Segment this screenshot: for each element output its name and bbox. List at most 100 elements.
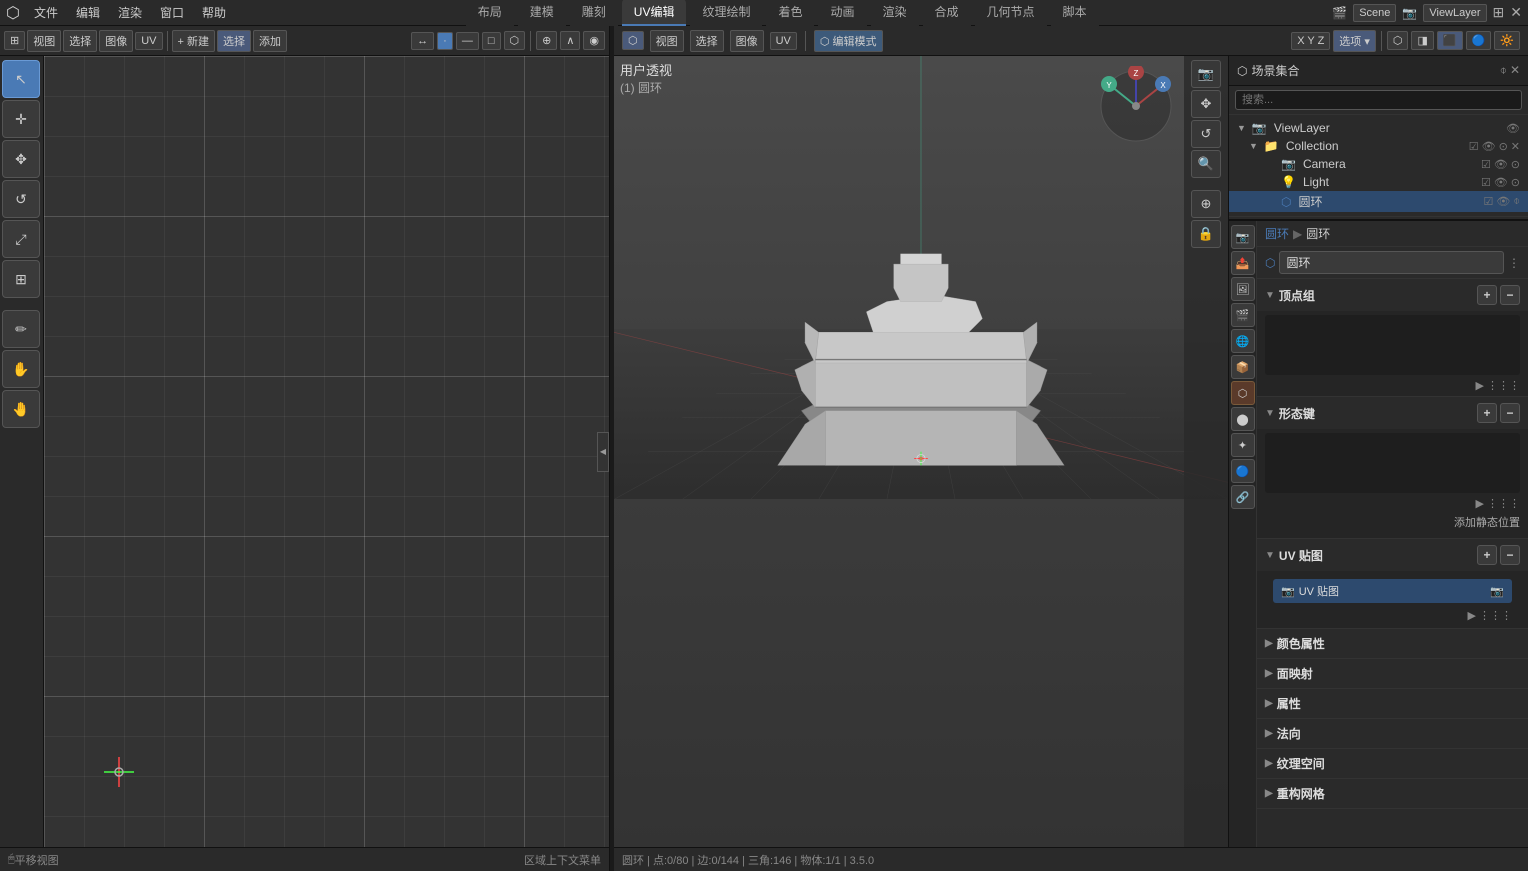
viewport-3d[interactable]: 用户透视 (1) 圆环 xyxy=(614,56,1228,847)
viewlayer-eye-icon[interactable]: 👁 xyxy=(1506,122,1520,135)
vp-overlay-btn[interactable]: ⬡ xyxy=(1387,31,1409,50)
tab-animation[interactable]: 动画 xyxy=(818,0,866,26)
uv-tool-move[interactable]: ✥ xyxy=(2,140,40,178)
breadcrumb-item2[interactable]: 圆环 xyxy=(1306,225,1330,242)
section-vertex-groups-header[interactable]: ▼ 顶点组 + − xyxy=(1257,279,1528,311)
uv-map-item[interactable]: 📷 UV 贴图 📷 xyxy=(1273,579,1512,603)
outliner-light[interactable]: 💡 Light ☑ 👁 ⊙ xyxy=(1229,173,1528,191)
shape-keys-expand[interactable]: ▶ xyxy=(1476,497,1484,510)
vertex-groups-dots[interactable]: ⋮⋮⋮ xyxy=(1487,379,1520,392)
uv-pivot-btn[interactable]: ⊕ xyxy=(536,31,557,50)
outliner-collection[interactable]: ▼ 📁 Collection ☑ 👁 ⊙ ✕ xyxy=(1229,137,1528,155)
camera-select-icon[interactable]: ⊙ xyxy=(1511,158,1520,171)
close-icon[interactable]: ✕ xyxy=(1510,4,1522,21)
uv-tool-rotate[interactable]: ↺ xyxy=(2,180,40,218)
breadcrumb-item1[interactable]: 圆环 xyxy=(1265,225,1289,242)
section-remesh-header[interactable]: ▶ 重构网格 xyxy=(1257,779,1528,808)
vp-shade-solid[interactable]: ⬛ xyxy=(1437,31,1463,50)
props-constraints-icon[interactable]: 🔗 xyxy=(1231,485,1255,509)
uv-maps-remove[interactable]: − xyxy=(1500,545,1520,565)
outliner-viewlayer[interactable]: ▼ 📷 ViewLayer 👁 xyxy=(1229,119,1528,137)
menu-render[interactable]: 渲染 xyxy=(110,2,150,23)
props-object-icon[interactable]: 📦 xyxy=(1231,355,1255,379)
tab-render[interactable]: 渲染 xyxy=(871,0,919,26)
vp-tool-transform-pivot[interactable]: ⊕ xyxy=(1191,190,1221,218)
object-data-name[interactable]: 圆环 xyxy=(1279,251,1504,274)
light-select-icon[interactable]: ⊙ xyxy=(1511,176,1520,189)
vp-shade-material[interactable]: 🔵 xyxy=(1466,31,1492,50)
editor-type-btn[interactable]: ⊞ xyxy=(4,31,25,50)
props-particles-icon[interactable]: ✦ xyxy=(1231,433,1255,457)
uv-tool-annotate[interactable]: ✏ xyxy=(2,310,40,348)
tab-sculpt[interactable]: 雕刻 xyxy=(570,0,618,26)
uv-select-mode-btn[interactable]: 选择 xyxy=(217,30,251,52)
vp-view-menu[interactable]: 视图 xyxy=(650,30,684,52)
navigation-gizmo[interactable]: X Y Z xyxy=(1096,66,1176,146)
uv-tool-cursor[interactable]: ✛ xyxy=(2,100,40,138)
uv-tool-select[interactable]: ↖ xyxy=(2,60,40,98)
vp-uv-menu[interactable]: UV xyxy=(770,32,797,50)
uv-select-mode-island[interactable]: ⬡ xyxy=(504,31,526,50)
vertex-groups-add[interactable]: + xyxy=(1477,285,1497,305)
light-eye-icon[interactable]: 👁 xyxy=(1494,176,1508,189)
torus-eye-icon[interactable]: 👁 xyxy=(1496,195,1510,208)
uv-map-camera-icon[interactable]: 📷 xyxy=(1490,585,1504,598)
vp-select-menu[interactable]: 选择 xyxy=(690,30,724,52)
uv-maps-dots[interactable]: ⋮⋮⋮ xyxy=(1479,609,1512,622)
props-view-icon[interactable]: 🖼 xyxy=(1231,277,1255,301)
section-uv-maps-header[interactable]: ▼ UV 贴图 + − xyxy=(1257,539,1528,571)
vp-tool-move[interactable]: ✥ xyxy=(1191,90,1221,118)
uv-sync-btn[interactable]: ↔ xyxy=(411,32,434,50)
section-color-attr-header[interactable]: ▶ 颜色属性 xyxy=(1257,629,1528,658)
uv-select-mode-face[interactable]: □ xyxy=(482,32,501,50)
tab-shading[interactable]: 着色 xyxy=(766,0,814,26)
tab-geo-nodes[interactable]: 几何节点 xyxy=(975,0,1047,26)
menu-file[interactable]: 文件 xyxy=(26,2,66,23)
vp-editor-type[interactable]: ⬡ xyxy=(622,31,644,50)
scene-selector[interactable]: Scene xyxy=(1353,4,1396,22)
uv-select-btn[interactable]: 选择 xyxy=(63,30,97,52)
fullscreen-icon[interactable]: ⊞ xyxy=(1493,4,1505,21)
uv-tool-scale[interactable]: ⤢ xyxy=(2,220,40,258)
uv-add-btn[interactable]: 添加 xyxy=(253,30,287,52)
props-scene-icon[interactable]: 🎬 xyxy=(1231,303,1255,327)
shape-keys-add[interactable]: + xyxy=(1477,403,1497,423)
vertex-groups-expand[interactable]: ▶ xyxy=(1476,379,1484,392)
props-physics-icon[interactable]: 🔵 xyxy=(1231,459,1255,483)
uv-canvas[interactable]: ◀ xyxy=(44,56,609,847)
uv-tool-pinch[interactable]: 🤚 xyxy=(2,390,40,428)
vp-shade-render[interactable]: 🔆 xyxy=(1494,31,1520,50)
props-data-icon[interactable]: ⬡ xyxy=(1231,381,1255,405)
vp-xray-btn[interactable]: ◨ xyxy=(1411,31,1433,50)
section-shape-keys-header[interactable]: ▼ 形态键 + − xyxy=(1257,397,1528,429)
tab-texture-paint[interactable]: 纹理绘制 xyxy=(690,0,762,26)
vp-xyz-toggle[interactable]: X Y Z xyxy=(1291,32,1330,50)
collection-select-icon[interactable]: ⊙ xyxy=(1499,140,1508,153)
uv-snap-btn[interactable]: ∧ xyxy=(560,31,580,50)
uv-select-mode-vertex[interactable]: · xyxy=(437,32,453,50)
uv-maps-add[interactable]: + xyxy=(1477,545,1497,565)
outliner-torus[interactable]: ⬡ 圆环 ☑ 👁 ⌽ xyxy=(1229,191,1528,212)
uv-maps-expand[interactable]: ▶ xyxy=(1468,609,1476,622)
tab-modeling[interactable]: 建模 xyxy=(518,0,566,26)
tab-uv-edit[interactable]: UV编辑 xyxy=(622,0,687,26)
torus-checkbox[interactable]: ☑ xyxy=(1484,195,1494,208)
collection-checkbox[interactable]: ☑ xyxy=(1469,140,1479,153)
tab-compositing[interactable]: 合成 xyxy=(923,0,971,26)
props-render-icon[interactable]: 📷 xyxy=(1231,225,1255,249)
uv-select-mode-edge[interactable]: — xyxy=(456,32,479,50)
light-checkbox[interactable]: ☑ xyxy=(1481,176,1491,189)
uv-view-btn[interactable]: 视图 xyxy=(27,30,61,52)
camera-eye-icon[interactable]: 👁 xyxy=(1494,158,1508,171)
camera-checkbox[interactable]: ☑ xyxy=(1481,158,1491,171)
section-normals-header[interactable]: ▶ 法向 xyxy=(1257,719,1528,748)
uv-image-btn[interactable]: 图像 xyxy=(99,30,133,52)
vp-mode-selector[interactable]: ⬡ 编辑模式 xyxy=(814,30,883,52)
tab-scripting[interactable]: 脚本 xyxy=(1051,0,1099,26)
vp-image-menu[interactable]: 图像 xyxy=(730,30,764,52)
uv-tool-grab[interactable]: ✋ xyxy=(2,350,40,388)
uv-tool-transform[interactable]: ⊞ xyxy=(2,260,40,298)
vertex-groups-remove[interactable]: − xyxy=(1500,285,1520,305)
outliner-search-input[interactable] xyxy=(1235,90,1522,110)
collection-eye-icon[interactable]: 👁 xyxy=(1482,140,1496,153)
